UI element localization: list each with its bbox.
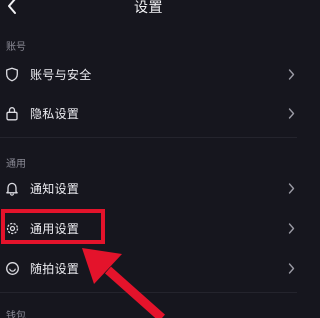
settings-item-privacy[interactable]: 隐私设置 xyxy=(0,95,297,131)
chevron-right-icon xyxy=(286,67,296,81)
section-header-wallet: 钱包 xyxy=(6,311,26,318)
settings-item-snapshot[interactable]: 随拍设置 xyxy=(0,250,297,286)
gear-icon xyxy=(4,220,20,236)
lock-icon xyxy=(4,105,20,121)
settings-screen: 设置 账号 账号与安全 隐私设置 通用 通知设置 通用设置 随拍设置 钱包 xyxy=(0,0,297,318)
chevron-right-icon xyxy=(286,261,296,275)
chevron-right-icon xyxy=(286,181,296,195)
section-divider xyxy=(0,137,297,138)
chevron-right-icon xyxy=(286,106,296,120)
chevron-right-icon xyxy=(286,221,296,235)
camera-icon xyxy=(4,260,20,276)
settings-item-label: 账号与安全 xyxy=(30,67,92,82)
top-bar: 设置 xyxy=(0,0,297,18)
settings-item-label: 隐私设置 xyxy=(30,106,80,121)
settings-item-label: 随拍设置 xyxy=(30,261,80,276)
section-header-general: 通用 xyxy=(6,159,26,170)
bell-icon xyxy=(4,180,20,196)
settings-item-label: 通知设置 xyxy=(30,181,80,196)
settings-item-label: 通用设置 xyxy=(30,221,80,236)
settings-item-account-security[interactable]: 账号与安全 xyxy=(0,56,297,92)
page-title: 设置 xyxy=(134,0,163,16)
shield-icon xyxy=(4,66,20,82)
settings-item-general[interactable]: 通用设置 xyxy=(0,210,297,246)
section-divider xyxy=(0,292,297,293)
section-header-account: 账号 xyxy=(6,42,26,53)
settings-item-notifications[interactable]: 通知设置 xyxy=(0,170,297,206)
